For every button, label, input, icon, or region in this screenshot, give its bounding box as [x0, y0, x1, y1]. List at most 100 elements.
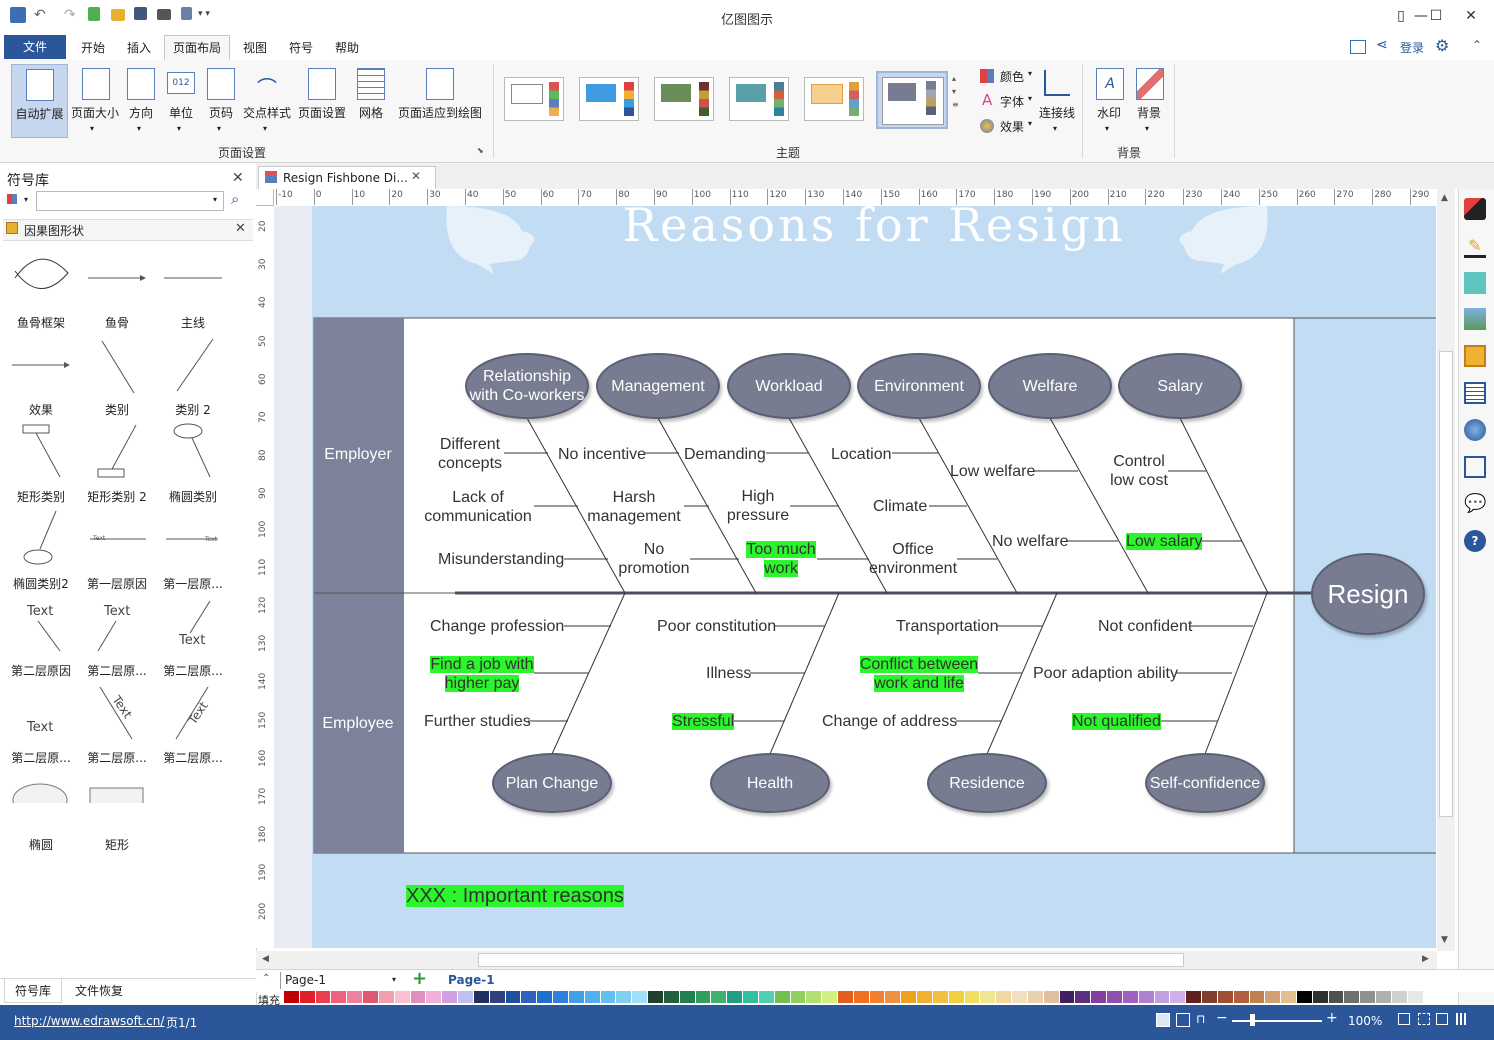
menu-symbol[interactable]: 符号	[285, 38, 317, 58]
image-icon[interactable]	[1464, 308, 1486, 330]
watermark-button[interactable]: A 水印 ▾	[1092, 64, 1126, 138]
shape-main-line[interactable]: 主线	[155, 314, 231, 331]
color-swatch[interactable]	[426, 991, 443, 1003]
cause-text[interactable]: Poor adaption ability	[1033, 664, 1178, 683]
shape-rect-category[interactable]: 矩形类别	[3, 488, 79, 505]
theme-option-3[interactable]	[654, 77, 714, 121]
search-icon[interactable]: ⌕	[231, 190, 239, 208]
cause-text[interactable]: Change profession	[430, 617, 564, 636]
shape-ellipse[interactable]: 椭圆	[3, 836, 79, 853]
color-swatch[interactable]	[948, 991, 965, 1003]
shape-category[interactable]: 类别	[79, 401, 155, 418]
export-icon[interactable]	[181, 7, 192, 20]
color-swatch[interactable]	[1233, 991, 1250, 1003]
theme-option-6-selected[interactable]	[876, 71, 948, 129]
full-screen-icon[interactable]	[1436, 1013, 1448, 1025]
color-swatch[interactable]	[790, 991, 807, 1003]
color-swatch[interactable]	[1265, 991, 1282, 1003]
color-swatch[interactable]	[1170, 991, 1187, 1003]
cause-text[interactable]: Lack of communication	[422, 488, 534, 526]
shape-rect-category-2[interactable]: 矩形类别 2	[79, 488, 155, 505]
menu-page-layout[interactable]: 页面布局	[169, 38, 225, 58]
settings-gear-icon[interactable]: ⚙	[1435, 36, 1449, 55]
chevron-down-icon[interactable]: ▾	[24, 195, 28, 204]
cause-text[interactable]: Harsh management	[584, 488, 684, 526]
category-health[interactable]: Health	[710, 753, 830, 813]
theme-scroll-icon[interactable]: ▴ ▾ ≡	[952, 72, 959, 111]
color-swatch[interactable]	[964, 991, 981, 1003]
color-swatch[interactable]	[1122, 991, 1139, 1003]
effect-button[interactable]: 效果 ▾	[980, 118, 1040, 136]
section-employee[interactable]: Employee	[314, 715, 402, 733]
color-swatch[interactable]	[1138, 991, 1155, 1003]
shape-ellipse-category[interactable]: 椭圆类别	[155, 488, 231, 505]
color-swatch[interactable]	[1391, 991, 1408, 1003]
print-icon[interactable]	[157, 9, 171, 20]
cause-text[interactable]: Control low cost	[1106, 452, 1172, 490]
fit-page-icon[interactable]	[1398, 1013, 1410, 1025]
color-swatch[interactable]	[473, 991, 490, 1003]
color-swatch[interactable]	[663, 991, 680, 1003]
color-swatch[interactable]	[1091, 991, 1108, 1003]
color-swatch[interactable]	[363, 991, 379, 1003]
vertical-scrollbar[interactable]: ▲ ▼	[1437, 189, 1455, 951]
color-swatch[interactable]	[394, 991, 411, 1003]
quick-access-dropdown-icon[interactable]: ▾ ▾	[198, 9, 210, 19]
scroll-thumb[interactable]	[1439, 351, 1453, 817]
color-swatch[interactable]	[695, 991, 712, 1003]
category-salary[interactable]: Salary	[1118, 353, 1242, 419]
cause-text[interactable]: Office environment	[866, 540, 960, 578]
cause-text[interactable]: No welfare	[992, 532, 1068, 551]
cause-text-highlighted[interactable]: Find a job with higher pay	[424, 655, 540, 693]
cause-text[interactable]: No promotion	[612, 540, 696, 578]
layer-icon[interactable]	[1464, 345, 1486, 367]
color-swatch[interactable]	[932, 991, 949, 1003]
close-library-icon[interactable]: ✕	[235, 221, 246, 236]
menu-view[interactable]: 视图	[239, 38, 271, 58]
maximize-icon[interactable]: ☐	[1421, 6, 1451, 26]
login-link[interactable]: 登录	[1400, 39, 1424, 56]
cause-text[interactable]: Location	[831, 445, 892, 464]
save-icon[interactable]	[134, 7, 147, 20]
cause-text[interactable]: Demanding	[684, 445, 766, 464]
theme-option-1[interactable]	[504, 77, 564, 121]
color-swatch[interactable]	[980, 991, 997, 1003]
scroll-right-icon[interactable]: ▶	[1422, 954, 1429, 964]
file-menu[interactable]: 文件	[4, 35, 66, 59]
color-swatch[interactable]	[648, 991, 664, 1003]
new-icon[interactable]	[88, 7, 100, 21]
category-welfare[interactable]: Welfare	[988, 353, 1112, 419]
jump-style-button[interactable]: ⌒ 交点样式 ▾	[242, 64, 292, 138]
help-icon[interactable]: ?	[1464, 530, 1486, 552]
cause-text[interactable]: Change of address	[822, 712, 957, 731]
color-swatch[interactable]	[758, 991, 775, 1003]
dialog-launcher-icon[interactable]: ⬊	[477, 146, 484, 155]
section-employer[interactable]: Employer	[314, 446, 402, 464]
color-swatch[interactable]	[774, 991, 791, 1003]
color-swatch[interactable]	[616, 991, 633, 1003]
color-swatch[interactable]	[1202, 991, 1218, 1003]
line-icon[interactable]: ✎	[1464, 236, 1486, 258]
cause-text[interactable]: Further studies	[424, 712, 531, 731]
cause-text[interactable]: Transportation	[896, 617, 999, 636]
shape-second-cause-3[interactable]: 第二层原...	[155, 662, 231, 679]
color-swatch[interactable]	[1249, 991, 1266, 1003]
color-swatch[interactable]	[537, 991, 554, 1003]
grid-toggle-icon[interactable]	[1456, 1013, 1468, 1025]
ribbon-collapse-icon[interactable]: ⌃	[1472, 38, 1482, 52]
color-swatch[interactable]	[1344, 991, 1361, 1003]
connector-button[interactable]: 连接线 ▾	[1036, 64, 1078, 138]
shape-fishbone[interactable]: 鱼骨	[79, 314, 155, 331]
color-swatch[interactable]	[1186, 991, 1203, 1003]
fit-to-drawing-button[interactable]: 页面适应到绘图	[396, 64, 484, 138]
shape-second-cause-5[interactable]: 第二层原...	[79, 749, 155, 766]
color-swatch[interactable]	[584, 991, 601, 1003]
page-setup-button[interactable]: 页面设置	[296, 64, 348, 138]
color-swatch[interactable]	[1027, 991, 1044, 1003]
cause-text-highlighted[interactable]: Not qualified	[1072, 712, 1161, 731]
shape-effect[interactable]: 效果	[3, 401, 79, 418]
cause-text-highlighted[interactable]: Stressful	[672, 712, 735, 731]
library-menu-icon[interactable]	[7, 194, 17, 204]
page-properties-icon[interactable]	[1464, 382, 1486, 404]
color-swatch[interactable]	[1107, 991, 1123, 1003]
